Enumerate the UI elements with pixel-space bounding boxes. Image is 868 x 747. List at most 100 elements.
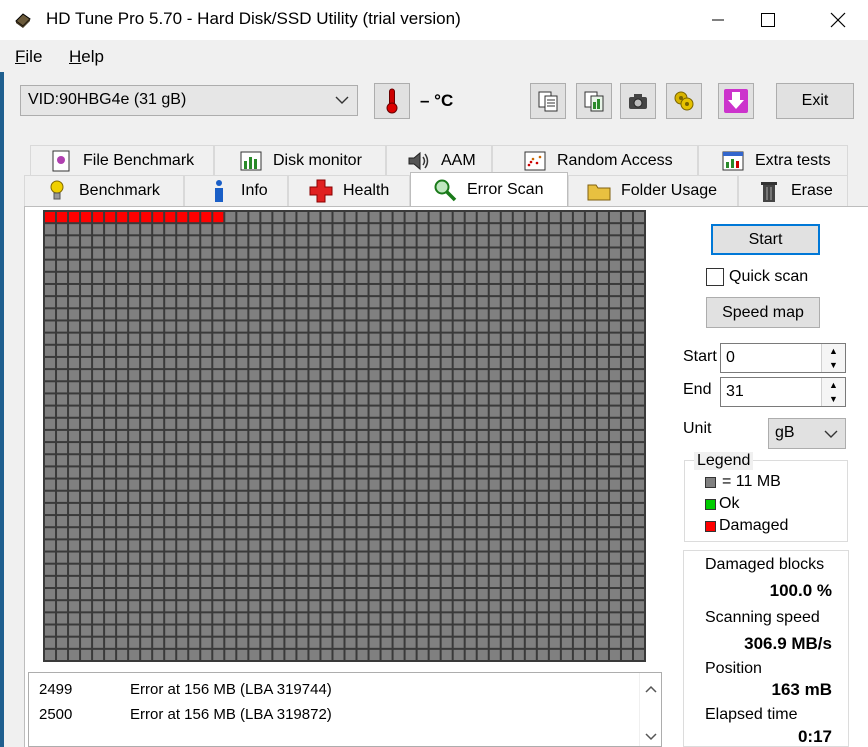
scan-block	[633, 516, 644, 527]
scan-block	[489, 297, 500, 308]
log-scrollbar[interactable]	[639, 673, 661, 746]
tab-folder-usage[interactable]: Folder Usage	[568, 175, 738, 206]
scan-block	[201, 333, 212, 344]
scan-block	[597, 576, 608, 588]
scan-block	[345, 625, 356, 636]
close-button[interactable]	[810, 0, 866, 40]
save-button[interactable]	[718, 83, 754, 119]
scan-block	[633, 625, 644, 636]
tab-health[interactable]: Health	[288, 175, 410, 206]
scan-block	[213, 552, 224, 563]
scan-block	[501, 564, 512, 575]
scan-block	[633, 589, 644, 600]
maximize-button[interactable]	[740, 0, 796, 40]
scan-block	[141, 370, 152, 381]
menu-help[interactable]: Help	[69, 47, 104, 67]
scan-block	[105, 516, 116, 527]
tab-info[interactable]: Info	[184, 175, 288, 206]
scan-block	[453, 418, 464, 429]
scan-block	[405, 637, 416, 648]
scan-block	[261, 589, 272, 600]
scan-block	[393, 357, 404, 369]
tab-error-scan[interactable]: Error Scan	[410, 172, 568, 206]
error-log-list[interactable]: 2499 Error at 156 MB (LBA 319744) 2500 E…	[28, 672, 662, 747]
spin-up-icon[interactable]: ▲	[822, 344, 845, 358]
scan-block	[609, 236, 620, 247]
scan-block	[225, 370, 236, 381]
scan-block	[237, 589, 248, 600]
scan-block	[525, 370, 536, 381]
scan-block	[609, 625, 620, 636]
scan-block	[501, 357, 512, 369]
scan-block	[549, 552, 560, 563]
tab-erase[interactable]: Erase	[738, 175, 848, 206]
quick-scan-label[interactable]: Quick scan	[729, 268, 808, 286]
scan-block	[225, 248, 236, 259]
scan-block	[321, 516, 332, 527]
spin-down-icon[interactable]: ▼	[822, 358, 845, 372]
scan-block	[237, 601, 248, 612]
exit-button[interactable]: Exit	[776, 83, 854, 119]
scan-block	[93, 564, 104, 575]
scan-block	[537, 321, 548, 332]
speed-map-button[interactable]: Speed map	[706, 297, 820, 328]
scan-block	[285, 333, 296, 344]
scan-block	[213, 637, 224, 648]
scan-block	[465, 260, 476, 271]
tab-file-benchmark[interactable]: File Benchmark	[30, 145, 214, 175]
scan-block	[93, 540, 104, 551]
end-spinner[interactable]: 31 ▲ ▼	[720, 377, 846, 407]
temperature-button[interactable]	[374, 83, 410, 119]
scan-block	[489, 370, 500, 381]
scan-block	[153, 236, 164, 247]
scan-block	[177, 260, 188, 271]
tab-extra-tests[interactable]: Extra tests	[698, 145, 848, 175]
menu-file[interactable]: File	[15, 47, 42, 67]
scan-block	[129, 394, 140, 405]
options-button[interactable]	[666, 83, 702, 119]
screenshot-button[interactable]	[620, 83, 656, 119]
scroll-down-icon[interactable]	[641, 727, 661, 747]
scan-block	[513, 601, 524, 612]
tab-disk-monitor[interactable]: Disk monitor	[214, 145, 386, 175]
spin-down-icon[interactable]: ▼	[822, 392, 845, 406]
scan-block	[417, 503, 428, 515]
scan-block	[249, 224, 260, 235]
scan-block	[237, 406, 248, 417]
scan-block	[297, 552, 308, 563]
scan-block	[93, 394, 104, 405]
quick-scan-checkbox[interactable]	[706, 268, 724, 286]
scan-block	[273, 443, 284, 454]
drive-select[interactable]: VID:90HBG4e (31 gB)	[20, 85, 358, 116]
scan-block	[429, 479, 440, 490]
start-spinner[interactable]: 0 ▲ ▼	[720, 343, 846, 373]
scan-block	[429, 333, 440, 344]
scan-block	[549, 637, 560, 648]
tab-aam[interactable]: AAM	[386, 145, 492, 175]
scan-block-damaged	[117, 212, 128, 223]
start-scan-button[interactable]: Start	[711, 224, 820, 255]
scan-block	[237, 491, 248, 502]
scan-block	[117, 467, 128, 478]
scan-block	[585, 333, 596, 344]
tab-benchmark[interactable]: Benchmark	[24, 175, 184, 206]
scan-block	[321, 589, 332, 600]
scan-block	[45, 321, 56, 332]
scan-block	[153, 516, 164, 527]
copy-text-button[interactable]	[530, 83, 566, 119]
scan-block	[585, 272, 596, 283]
scan-block	[285, 382, 296, 393]
spin-up-icon[interactable]: ▲	[822, 378, 845, 392]
scan-block	[57, 236, 68, 247]
minimize-button[interactable]	[690, 0, 746, 40]
tab-random-access[interactable]: Random Access	[492, 145, 698, 175]
scan-block	[261, 418, 272, 429]
scan-block	[81, 455, 92, 466]
copy-image-button[interactable]	[576, 83, 612, 119]
scroll-up-icon[interactable]	[641, 679, 661, 699]
scan-block	[165, 236, 176, 247]
scan-block	[429, 589, 440, 600]
scan-block	[189, 236, 200, 247]
unit-select[interactable]: gB	[768, 418, 846, 449]
scan-block	[153, 467, 164, 478]
